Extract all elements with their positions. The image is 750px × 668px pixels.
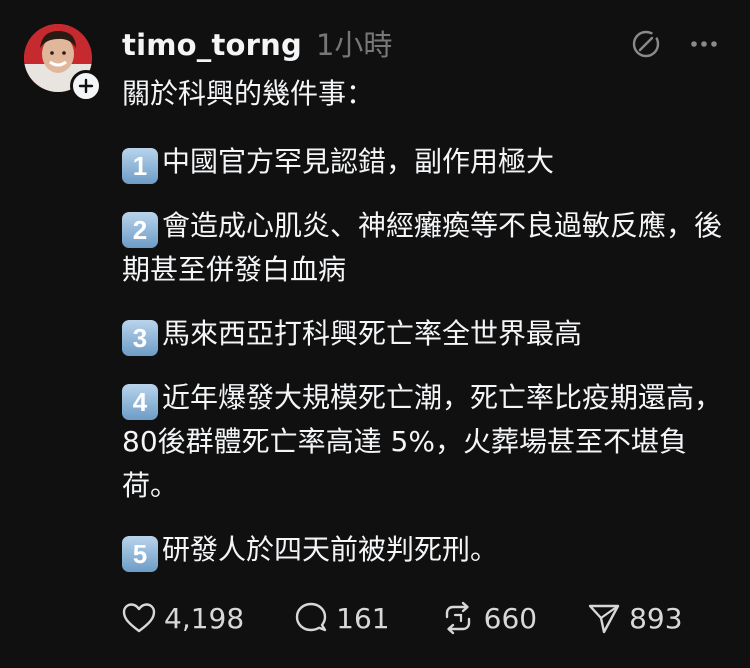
translate-icon[interactable]: [628, 26, 664, 62]
repost-icon: [445, 601, 470, 635]
post-time[interactable]: 1小時: [316, 22, 392, 64]
reply-count: 161: [336, 601, 390, 635]
number-badge: 2: [122, 212, 158, 248]
share-button[interactable]: 893: [587, 601, 683, 635]
list-item-text: 研發人於四天前被判死刑。: [162, 533, 499, 566]
list-item-text: 馬來西亞打科興死亡率全世界最高: [162, 317, 583, 350]
more-icon[interactable]: [686, 26, 722, 62]
list-item: 3 馬來西亞打科興死亡率全世界最高: [122, 312, 722, 356]
list-item-text: 近年爆發大規模死亡潮，死亡率比疫期還高，80後群體死亡率高達 5%，火葬場甚至不…: [122, 381, 723, 502]
heart-icon: [122, 603, 156, 633]
number-badge: 3: [122, 320, 158, 356]
username[interactable]: timo_torng: [122, 28, 302, 62]
repost-button[interactable]: 660: [440, 601, 537, 635]
list-item-text: 會造成心肌炎、神經癱瘓等不良過敏反應，後期甚至併發白血病: [122, 209, 723, 286]
list-item-text: 中國官方罕見認錯，副作用極大: [162, 145, 555, 178]
repost-count: 660: [483, 601, 538, 635]
number-badge: 1: [122, 148, 158, 184]
post-intro: 關於科興的幾件事：: [122, 77, 375, 110]
send-icon: [588, 604, 620, 634]
list-item: 5 研發人於四天前被判死刑。: [122, 528, 722, 572]
post-header: timo_torng 1小時: [122, 22, 392, 62]
like-count: 4,198: [164, 601, 245, 635]
number-badge: 4: [122, 384, 158, 420]
action-bar: 4,198 161 660 893: [122, 596, 733, 640]
follow-plus-icon[interactable]: [70, 70, 102, 102]
reply-button[interactable]: 161: [294, 601, 390, 635]
number-badge: 5: [122, 536, 158, 572]
share-count: 893: [629, 601, 683, 635]
list-item: 2 會造成心肌炎、神經癱瘓等不良過敏反應，後期甚至併發白血病: [122, 204, 722, 292]
avatar-container[interactable]: [24, 24, 102, 102]
post-content: 關於科興的幾件事： 1 中國官方罕見認錯，副作用極大 2 會造成心肌炎、神經癱瘓等不…: [122, 72, 722, 592]
list-item: 4 近年爆發大規模死亡潮，死亡率比疫期還高，80後群體死亡率高達 5%，火葬場甚至…: [122, 376, 722, 508]
like-button[interactable]: 4,198: [122, 602, 244, 635]
list-item: 1 中國官方罕見認錯，副作用極大: [122, 140, 722, 184]
comment-icon: [295, 602, 327, 632]
